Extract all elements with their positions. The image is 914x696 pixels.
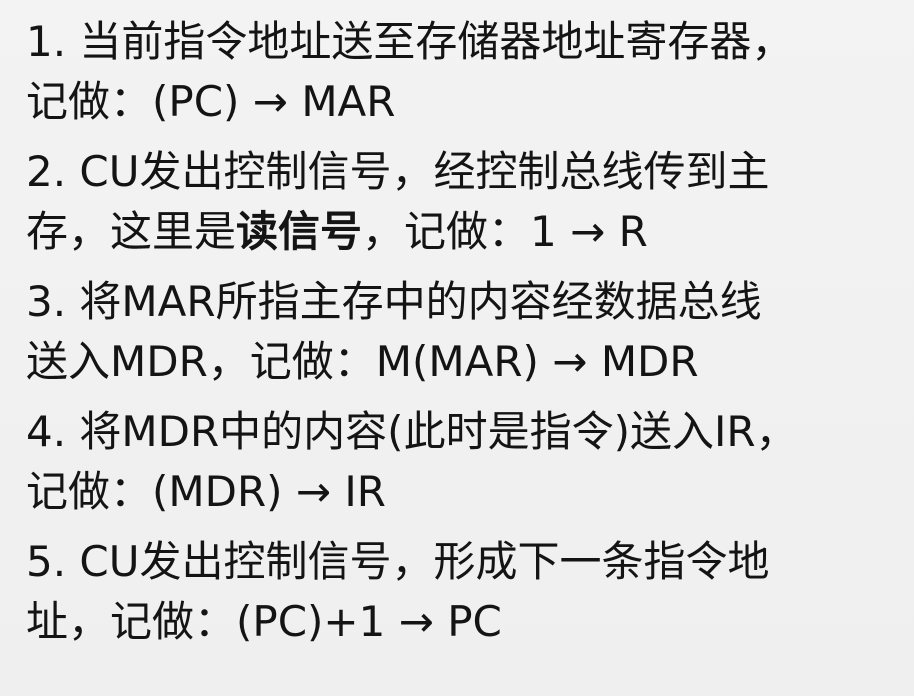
- step-2-line-2: 存，这里是读信号，记做：1 → R: [26, 202, 910, 262]
- instruction-fetch-steps: 1. 当前指令地址送至存储器地址寄存器， 记做：(PC) → MAR 2. CU…: [26, 12, 910, 662]
- step-5-line-1: 5. CU发出控制信号，形成下一条指令地: [26, 537, 770, 586]
- step-3-line-1: 3. 将MAR所指主存中的内容经数据总线: [26, 277, 762, 326]
- step-2-line-2-before: 存，这里是: [26, 207, 237, 256]
- step-2-line-2-after: ，记做：1 → R: [362, 207, 648, 256]
- step-1: 1. 当前指令地址送至存储器地址寄存器， 记做：(PC) → MAR: [26, 12, 910, 132]
- step-3-line-2: 送入MDR，记做：M(MAR) → MDR: [26, 337, 699, 386]
- step-1-line-1: 1. 当前指令地址送至存储器地址寄存器，: [26, 17, 794, 66]
- step-4: 4. 将MDR中的内容(此时是指令)送入IR， 记做：(MDR) → IR: [26, 402, 910, 522]
- step-5: 5. CU发出控制信号，形成下一条指令地 址，记做：(PC)+1 → PC: [26, 532, 910, 652]
- step-4-line-2: 记做：(MDR) → IR: [26, 467, 386, 516]
- step-1-line-2: 记做：(PC) → MAR: [26, 77, 396, 126]
- step-3: 3. 将MAR所指主存中的内容经数据总线 送入MDR，记做：M(MAR) → M…: [26, 272, 910, 392]
- step-5-line-2: 址，记做：(PC)+1 → PC: [26, 597, 502, 646]
- step-2-line-1: 2. CU发出控制信号，经控制总线传到主: [26, 147, 770, 196]
- read-signal-emphasis: 读信号: [236, 207, 363, 256]
- step-2: 2. CU发出控制信号，经控制总线传到主 存，这里是读信号，记做：1 → R: [26, 142, 910, 262]
- step-4-line-1: 4. 将MDR中的内容(此时是指令)送入IR，: [26, 407, 798, 456]
- slide-page: 1. 当前指令地址送至存储器地址寄存器， 记做：(PC) → MAR 2. CU…: [0, 0, 914, 696]
